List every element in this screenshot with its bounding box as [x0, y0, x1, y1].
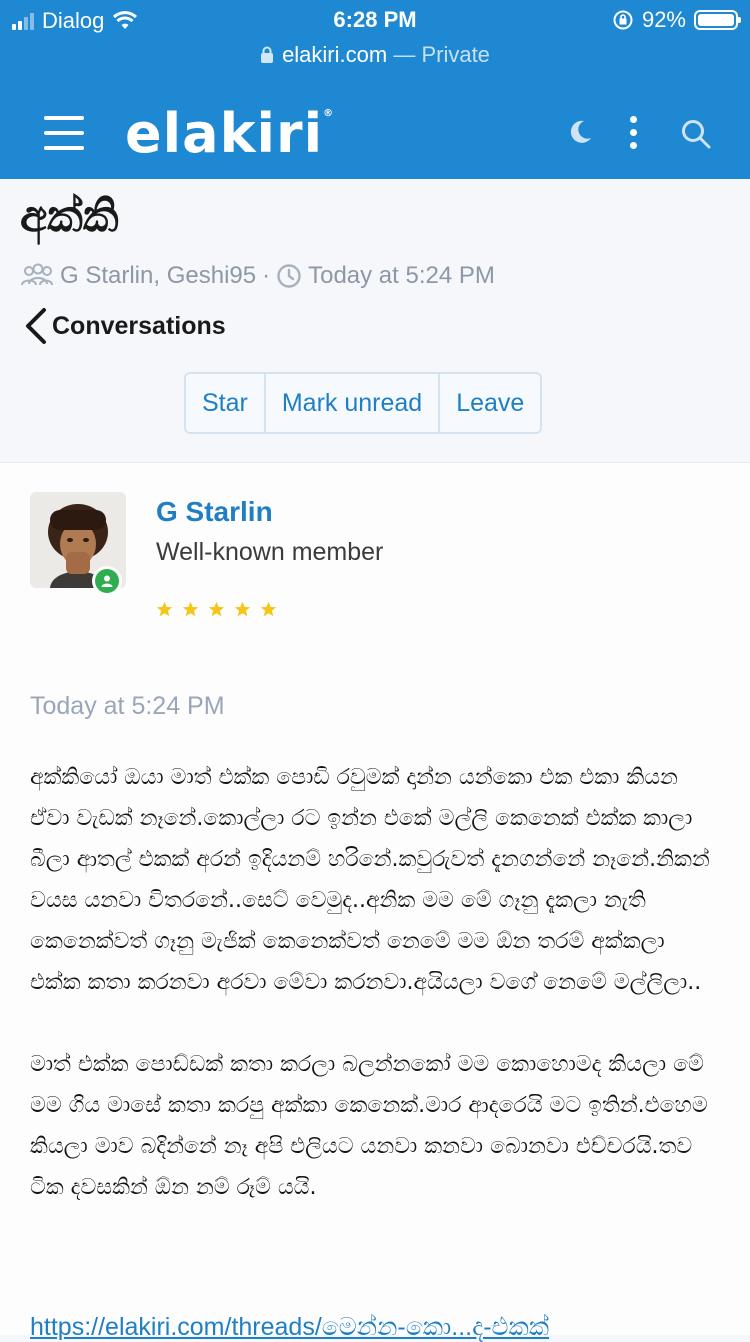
message-paragraph: මාත් එක්ක පොඩ්ඩක් කතා කරලා බලන්නකෝ මම කො…: [30, 1052, 708, 1200]
chevron-left-icon: [26, 308, 46, 344]
orientation-lock-icon: [613, 10, 633, 30]
star-icon: [182, 601, 199, 617]
conversation-meta: G Starlin, Geshi95 · Today at 5:24 PM: [20, 262, 495, 290]
participants-icon: [21, 263, 53, 286]
battery-icon: [694, 10, 741, 30]
thread-link[interactable]: https://elakiri.com/threads/මෙන්න-කො...ද…: [30, 1313, 549, 1342]
search-icon[interactable]: [680, 118, 712, 150]
clock-icon: [277, 264, 301, 288]
author-user-title: Well-known member: [156, 538, 384, 566]
star-icon: [260, 601, 277, 617]
site-logo[interactable]: elakiri®: [125, 102, 334, 165]
private-label: — Private: [393, 42, 490, 67]
leave-button[interactable]: Leave: [440, 374, 540, 432]
menu-icon[interactable]: [44, 116, 84, 150]
conversation-actions: Star Mark unread Leave: [184, 372, 543, 434]
conversation-time: Today at 5:24 PM: [308, 262, 495, 289]
moon-icon[interactable]: [566, 118, 594, 146]
star-button[interactable]: Star: [186, 374, 266, 432]
message-paragraph: අක්කියෝ ඔයා මාත් එක්ක පොඩි රවුමක් දාන්න …: [30, 765, 710, 995]
message-timestamp[interactable]: Today at 5:24 PM: [30, 692, 225, 721]
star-icon: [208, 601, 225, 617]
online-status-icon: [92, 566, 122, 596]
participants-list: G Starlin, Geshi95: [60, 262, 257, 289]
rating-stars: [156, 601, 277, 618]
battery-percent: 92%: [641, 7, 686, 32]
author-username[interactable]: G Starlin: [156, 496, 273, 528]
more-vertical-icon[interactable]: [628, 116, 638, 152]
site-navbar: elakiri®: [0, 90, 750, 178]
url-domain: elakiri.com: [282, 42, 388, 67]
back-to-conversations-link[interactable]: Conversations: [22, 306, 226, 346]
star-icon: [156, 601, 173, 617]
mark-unread-button[interactable]: Mark unread: [266, 374, 441, 432]
conversation-title: අක්කි: [20, 192, 119, 241]
status-bar: Dialog 6:28 PM 92%: [0, 0, 750, 40]
url-bar[interactable]: elakiri.com — Private: [0, 42, 750, 68]
meta-separator: ·: [262, 262, 271, 289]
back-label: Conversations: [52, 311, 226, 340]
lock-icon: [261, 46, 274, 63]
browser-header: Dialog 6:28 PM 92% elakiri.com — Private: [0, 0, 750, 179]
star-icon: [234, 601, 251, 617]
message-body: අක්කියෝ ඔයා මාත් එක්ක පොඩි රවුමක් දාන්න …: [30, 757, 720, 1249]
